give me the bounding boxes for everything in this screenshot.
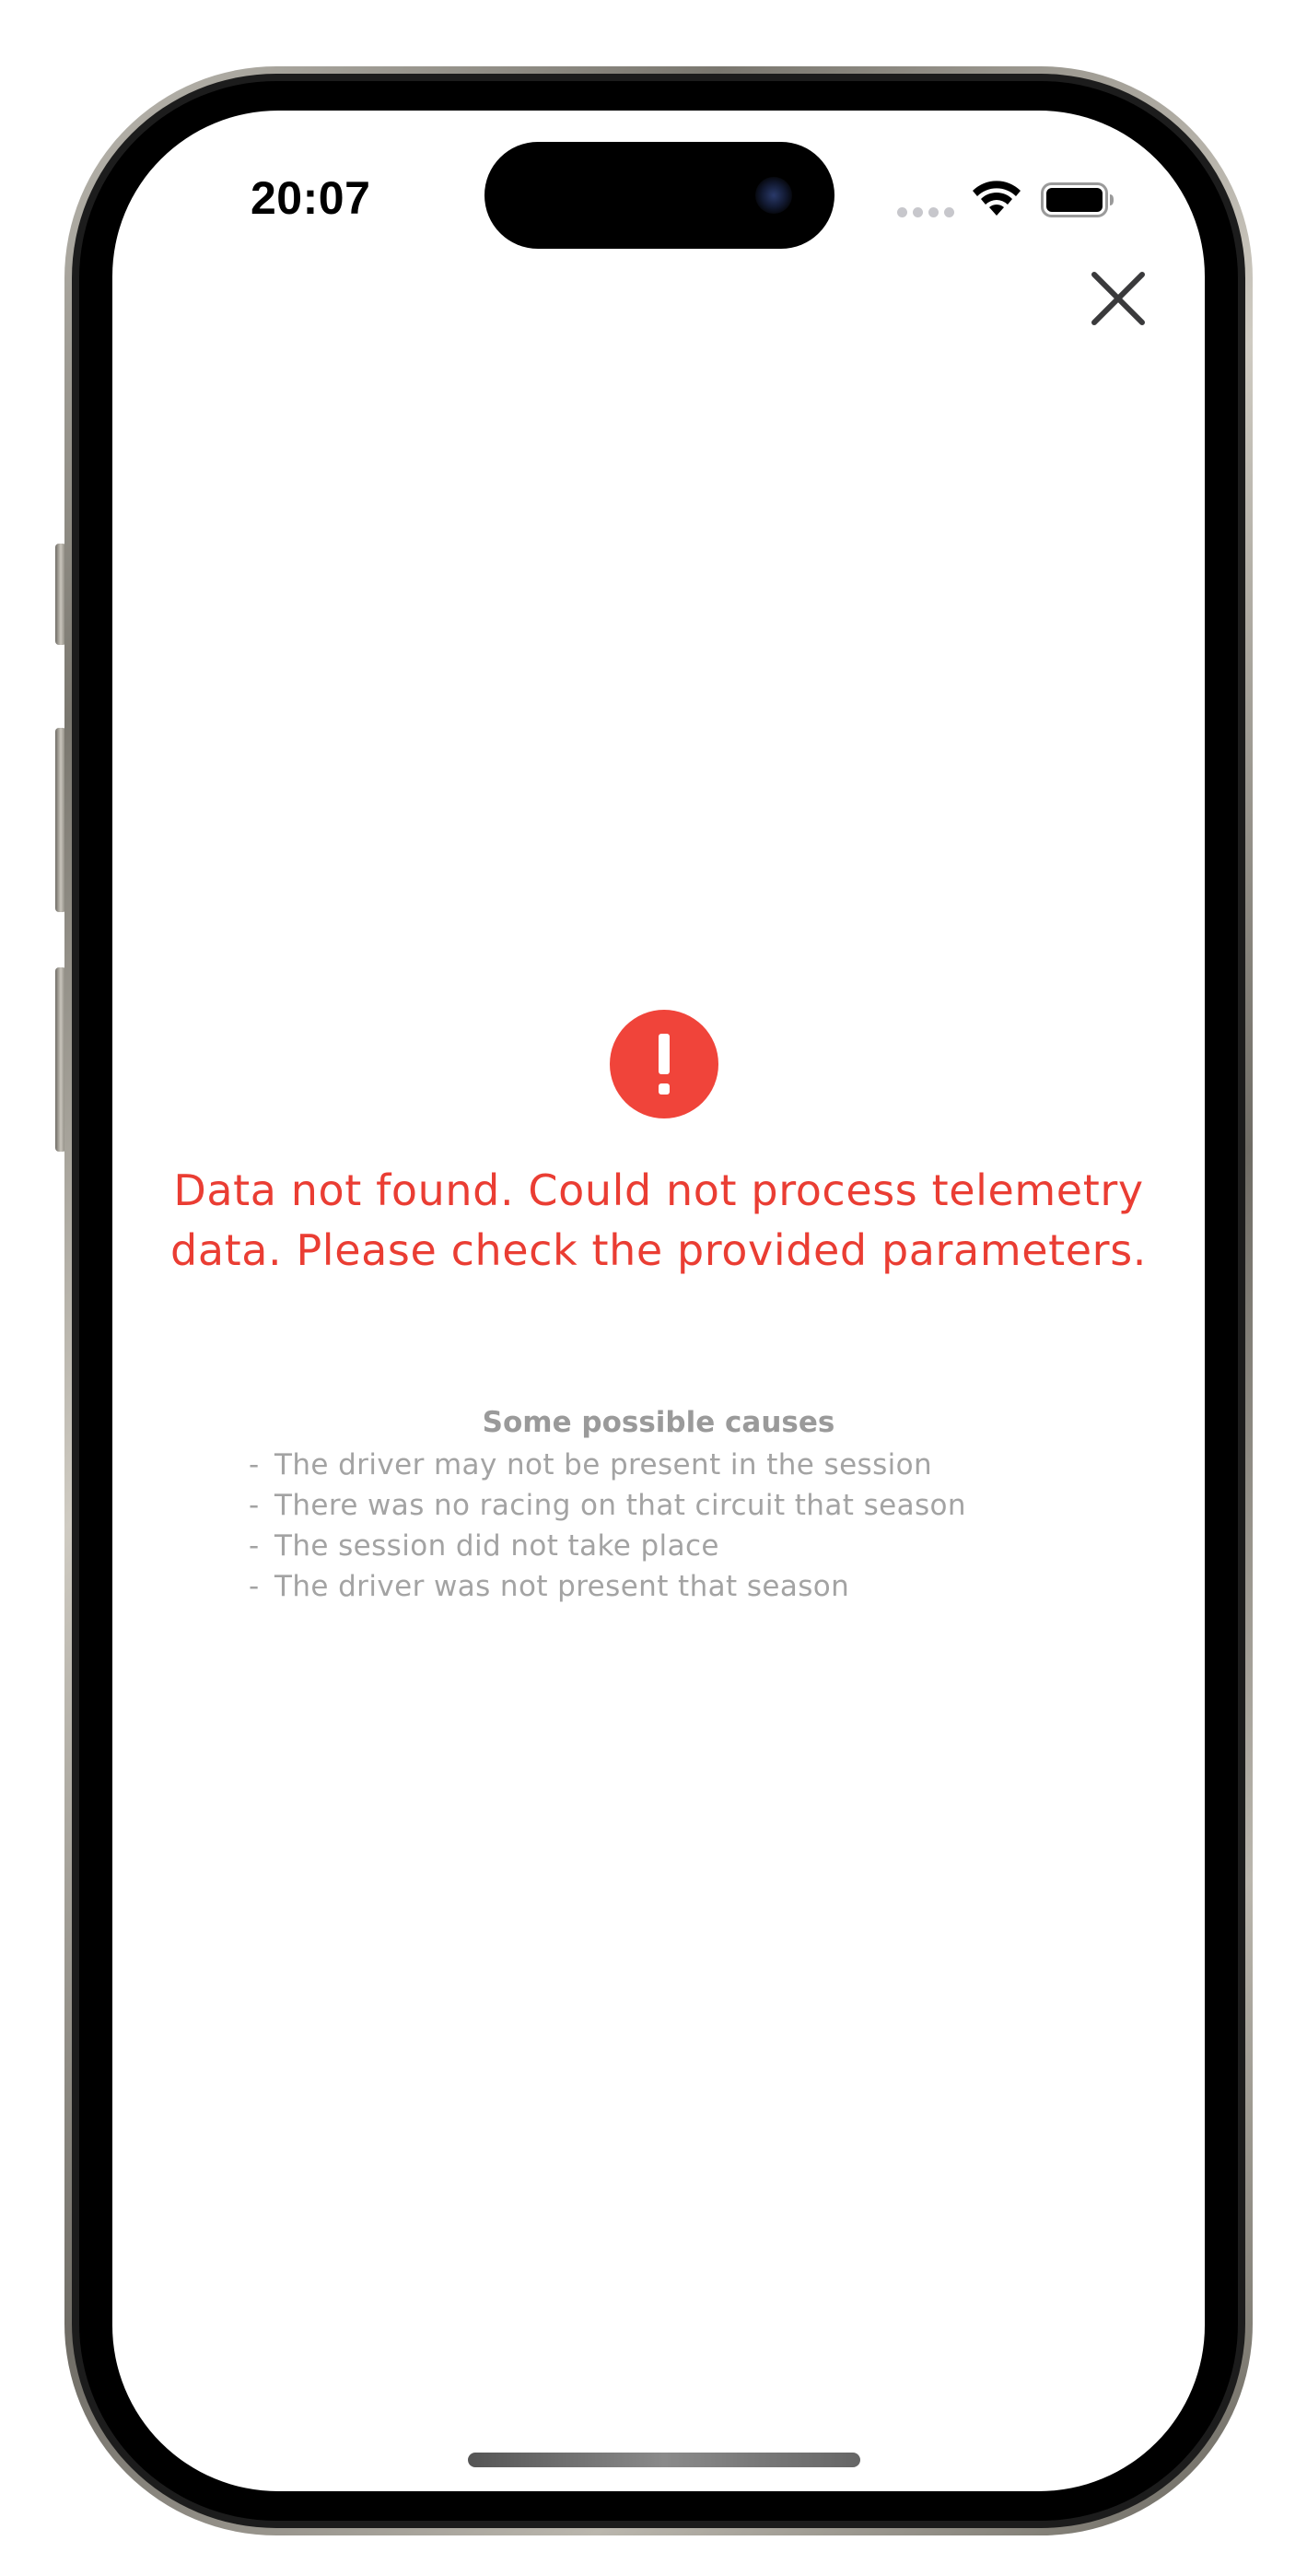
exclamation-circle-icon bbox=[610, 1010, 718, 1118]
battery-icon bbox=[1041, 182, 1114, 217]
phone-device: 20:07 Data not found. Could not process … bbox=[0, 0, 1307, 2576]
cause-text: The session did not take place bbox=[274, 1529, 719, 1563]
bullet-dash: - bbox=[249, 1489, 260, 1522]
causes-list: - The driver may not be present in the s… bbox=[249, 1445, 1170, 1607]
bullet-dash: - bbox=[249, 1448, 260, 1481]
cellular-signal-icon bbox=[897, 206, 956, 217]
cause-text: The driver may not be present in the ses… bbox=[274, 1448, 933, 1481]
list-item: - The driver was not present that season bbox=[249, 1566, 1170, 1607]
screen: 20:07 Data not found. Could not process … bbox=[112, 111, 1205, 2491]
list-item: - The driver may not be present in the s… bbox=[249, 1445, 1170, 1485]
home-indicator[interactable] bbox=[468, 2453, 860, 2467]
bullet-dash: - bbox=[249, 1529, 260, 1563]
cause-text: There was no racing on that circuit that… bbox=[274, 1489, 966, 1522]
error-message: Data not found. Could not process teleme… bbox=[170, 1165, 1147, 1275]
close-button[interactable] bbox=[1089, 269, 1148, 328]
front-camera bbox=[755, 177, 792, 214]
list-item: - There was no racing on that circuit th… bbox=[249, 1485, 1170, 1526]
wifi-icon bbox=[973, 181, 1021, 216]
list-item: - The session did not take place bbox=[249, 1526, 1170, 1566]
cause-text: The driver was not present that season bbox=[274, 1570, 850, 1603]
close-icon bbox=[1091, 272, 1145, 325]
bullet-dash: - bbox=[249, 1570, 260, 1603]
causes-heading: Some possible causes bbox=[482, 1406, 835, 1439]
status-time: 20:07 bbox=[251, 172, 371, 224]
